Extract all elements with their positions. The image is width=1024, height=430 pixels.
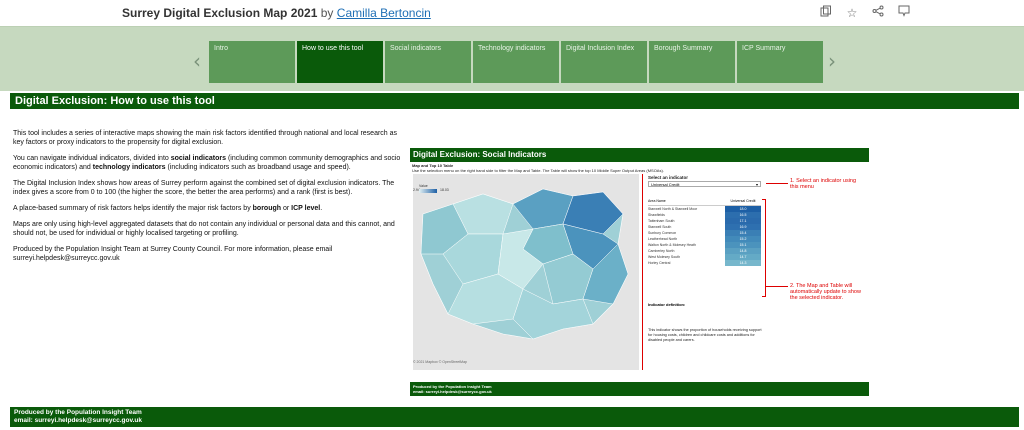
select-indicator-label: Select an indicator bbox=[648, 175, 689, 180]
tab-icp-summary[interactable]: ICP Summary bbox=[737, 41, 823, 83]
indicator-definition-label: Indicator definition: bbox=[648, 302, 686, 307]
tab-digital-inclusion-index[interactable]: Digital Inclusion Index bbox=[561, 41, 647, 83]
tab-borough-summary[interactable]: Borough Summary bbox=[649, 41, 735, 83]
comment-icon[interactable] bbox=[896, 5, 912, 21]
area-name: Stanwell North & Stanwell Moor bbox=[648, 207, 698, 211]
table-header: Area Name Universal Credit bbox=[648, 197, 761, 206]
area-name: Camberley North bbox=[648, 249, 675, 253]
index-paragraph: The Digital Inclusion Index shows how ar… bbox=[13, 180, 395, 196]
preview-footer: Produced by the Population Insight Team … bbox=[410, 382, 869, 396]
area-name: Stanwell South bbox=[648, 225, 672, 229]
story-navigation: ‹ Intro How to use this tool Social indi… bbox=[0, 26, 1024, 91]
copy-icon[interactable] bbox=[818, 5, 834, 21]
page-footer: Produced by the Population Insight Team … bbox=[10, 407, 1019, 427]
table-bracket bbox=[762, 199, 766, 297]
area-name: West Molesey South bbox=[648, 255, 681, 259]
preview-subtitle: Map and Top 10 Table Use the selection m… bbox=[412, 163, 664, 173]
tab-how-to-use[interactable]: How to use this tool bbox=[297, 41, 383, 83]
annotation-2-arrow bbox=[766, 286, 788, 287]
instructions-text: This tool includes a series of interacti… bbox=[13, 129, 405, 270]
area-name: Horley Central bbox=[648, 261, 671, 265]
area-name: Sunbury Common bbox=[648, 231, 677, 235]
chevron-down-icon: ▾ bbox=[755, 182, 758, 187]
preview-heading: Digital Exclusion: Social Indicators bbox=[410, 148, 869, 162]
author-link[interactable]: Camilla Bertoncin bbox=[337, 6, 431, 20]
annotation-select-indicator: 1. Select an indicator using this menu bbox=[790, 178, 857, 190]
top10-table: Area Name Universal Credit Stanwell Nort… bbox=[648, 197, 761, 266]
red-divider bbox=[642, 174, 643, 370]
annotation-1-arrow bbox=[766, 183, 788, 184]
viz-title: Surrey Digital Exclusion Map 2021 by Cam… bbox=[122, 6, 431, 20]
share-icon[interactable] bbox=[870, 5, 886, 21]
contact-paragraph: Produced by the Population Insight Team … bbox=[13, 246, 333, 262]
indicator-definition-text: This indicator shows the proportion of h… bbox=[648, 328, 762, 342]
footer-email: email: surreyi.helpdesk@surreycc.gov.uk bbox=[14, 417, 142, 424]
story-tabs: Intro How to use this tool Social indica… bbox=[209, 41, 823, 83]
area-name: Tattenham South bbox=[648, 219, 675, 223]
annotation-map-table-update: 2. The Map and Table will automatically … bbox=[790, 283, 861, 301]
next-arrow-icon[interactable]: › bbox=[828, 49, 836, 73]
table-row: Horley Central 14.3 bbox=[648, 260, 761, 266]
legend-title: Value bbox=[419, 184, 428, 188]
indicator-value: 14.3 bbox=[725, 260, 761, 266]
viz-title-text: Surrey Digital Exclusion Map 2021 bbox=[122, 6, 318, 20]
tab-intro[interactable]: Intro bbox=[209, 41, 295, 83]
indicator-select: Universal Credit ▾ bbox=[648, 181, 761, 187]
summary-paragraph: A place-based summary of risk factors he… bbox=[13, 205, 323, 212]
top-bar: Surrey Digital Exclusion Map 2021 by Cam… bbox=[0, 0, 1024, 26]
legend-gradient bbox=[419, 189, 437, 193]
toolbar-icons: ☆ bbox=[818, 5, 912, 21]
prev-arrow-icon[interactable]: ‹ bbox=[193, 49, 201, 73]
by-label: by bbox=[320, 6, 334, 20]
tab-social-indicators[interactable]: Social indicators bbox=[385, 41, 471, 83]
legend-max: 18.03 bbox=[440, 188, 449, 192]
surrey-map bbox=[413, 174, 639, 370]
area-name: Walton North & Molesey Heath bbox=[648, 243, 696, 247]
tab-technology-indicators[interactable]: Technology indicators bbox=[473, 41, 559, 83]
area-name: Shawfields bbox=[648, 213, 665, 217]
area-name: Leatherhead North bbox=[648, 237, 678, 241]
data-disclaimer-paragraph: Maps are only using high-level aggregate… bbox=[13, 221, 395, 237]
page-title: Digital Exclusion: How to use this tool bbox=[10, 93, 1019, 109]
navigation-paragraph: You can navigate individual indicators, … bbox=[13, 155, 401, 171]
star-icon[interactable]: ☆ bbox=[844, 5, 860, 21]
intro-paragraph: This tool includes a series of interacti… bbox=[13, 130, 398, 146]
map-credit: © 2021 Mapbox © OpenStreetMap bbox=[413, 360, 467, 364]
footer-team: Produced by the Population Insight Team bbox=[14, 409, 142, 416]
